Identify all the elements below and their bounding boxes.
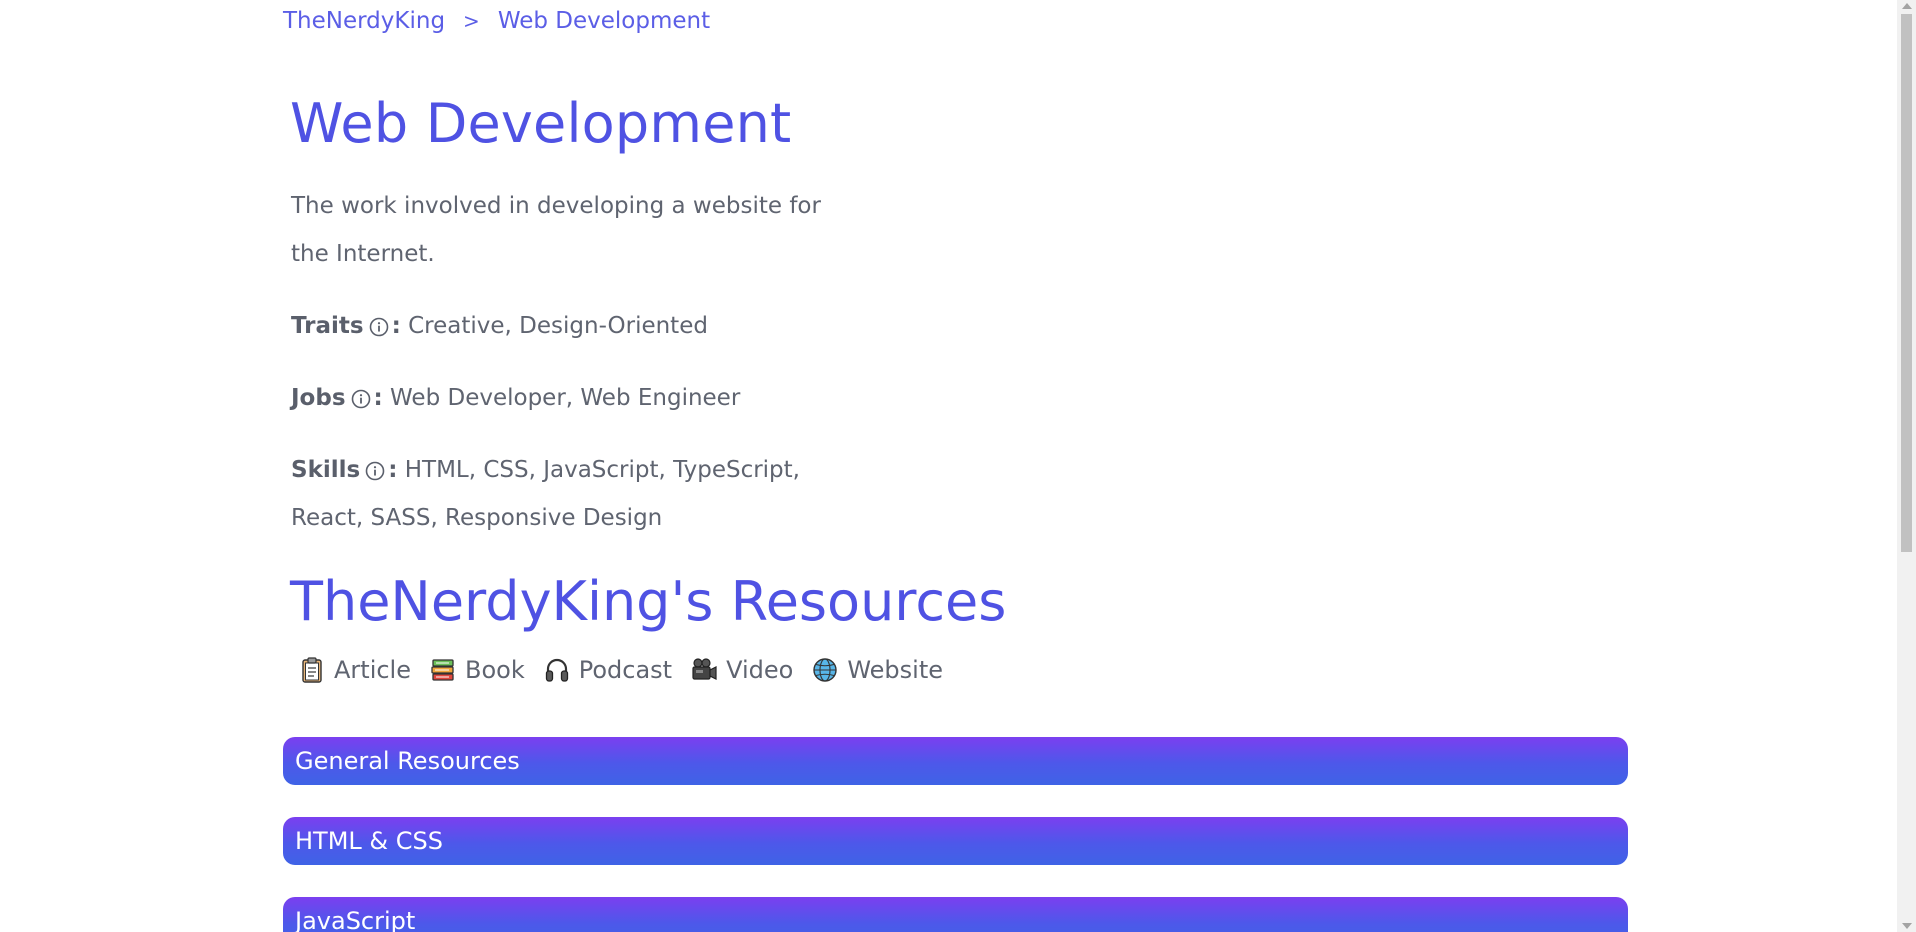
accordion-general-resources[interactable]: General Resources (283, 737, 1628, 785)
resource-type-legend: Article Book Podcast Video Website (298, 656, 961, 684)
legend-website[interactable]: Website (811, 656, 943, 684)
breadcrumb-home-link[interactable]: TheNerdyKing (283, 8, 445, 34)
jobs-info-icon[interactable] (351, 378, 371, 409)
breadcrumb: TheNerdyKing > Web Development (283, 8, 710, 34)
jobs-value: Web Developer, Web Engineer (390, 385, 741, 411)
legend-article-label: Article (334, 656, 411, 684)
legend-video-label: Video (726, 656, 794, 684)
breadcrumb-separator: > (463, 9, 480, 33)
jobs-row: Jobs: Web Developer, Web Engineer (291, 374, 871, 422)
scroll-up-arrow-icon[interactable] (1902, 3, 1912, 9)
skills-info-icon[interactable] (365, 450, 385, 481)
page-description: The work involved in developing a websit… (291, 193, 821, 267)
jobs-label: Jobs (291, 385, 346, 411)
breadcrumb-current-link[interactable]: Web Development (498, 8, 710, 34)
accordion-html-css[interactable]: HTML & CSS (283, 817, 1628, 865)
accordion-general-resources-label: General Resources (295, 747, 520, 775)
skills-label: Skills (291, 457, 361, 483)
headphones-icon (545, 658, 568, 682)
legend-video[interactable]: Video (690, 656, 793, 684)
scroll-down-arrow-icon[interactable] (1902, 923, 1912, 929)
traits-label: Traits (291, 313, 364, 339)
clipboard-icon (302, 657, 322, 683)
traits-colon: : (391, 313, 401, 339)
video-camera-icon (692, 658, 717, 680)
traits-info-icon[interactable] (369, 306, 389, 337)
skills-row: Skills: HTML, CSS, JavaScript, TypeScrip… (291, 446, 871, 542)
page-title: Web Development (290, 92, 792, 155)
legend-book-label: Book (465, 656, 525, 684)
accordion-javascript[interactable]: JavaScript (283, 897, 1628, 932)
books-icon (431, 659, 454, 681)
globe-icon (813, 658, 838, 682)
legend-article[interactable]: Article (298, 656, 411, 684)
page: TheNerdyKing > Web Development Web Devel… (0, 0, 1897, 932)
skills-colon: : (388, 457, 398, 483)
legend-book[interactable]: Book (429, 656, 525, 684)
scrollbar-thumb[interactable] (1901, 14, 1912, 552)
legend-podcast[interactable]: Podcast (543, 656, 672, 684)
legend-website-label: Website (847, 656, 944, 684)
jobs-colon: : (373, 385, 383, 411)
accordion-html-css-label: HTML & CSS (295, 827, 443, 855)
accordion-javascript-label: JavaScript (295, 907, 416, 932)
traits-value: Creative, Design-Oriented (408, 313, 708, 339)
traits-row: Traits: Creative, Design-Oriented (291, 302, 871, 350)
resources-title: TheNerdyKing's Resources (290, 570, 1007, 633)
legend-podcast-label: Podcast (578, 656, 673, 684)
vertical-scrollbar[interactable] (1897, 0, 1916, 932)
